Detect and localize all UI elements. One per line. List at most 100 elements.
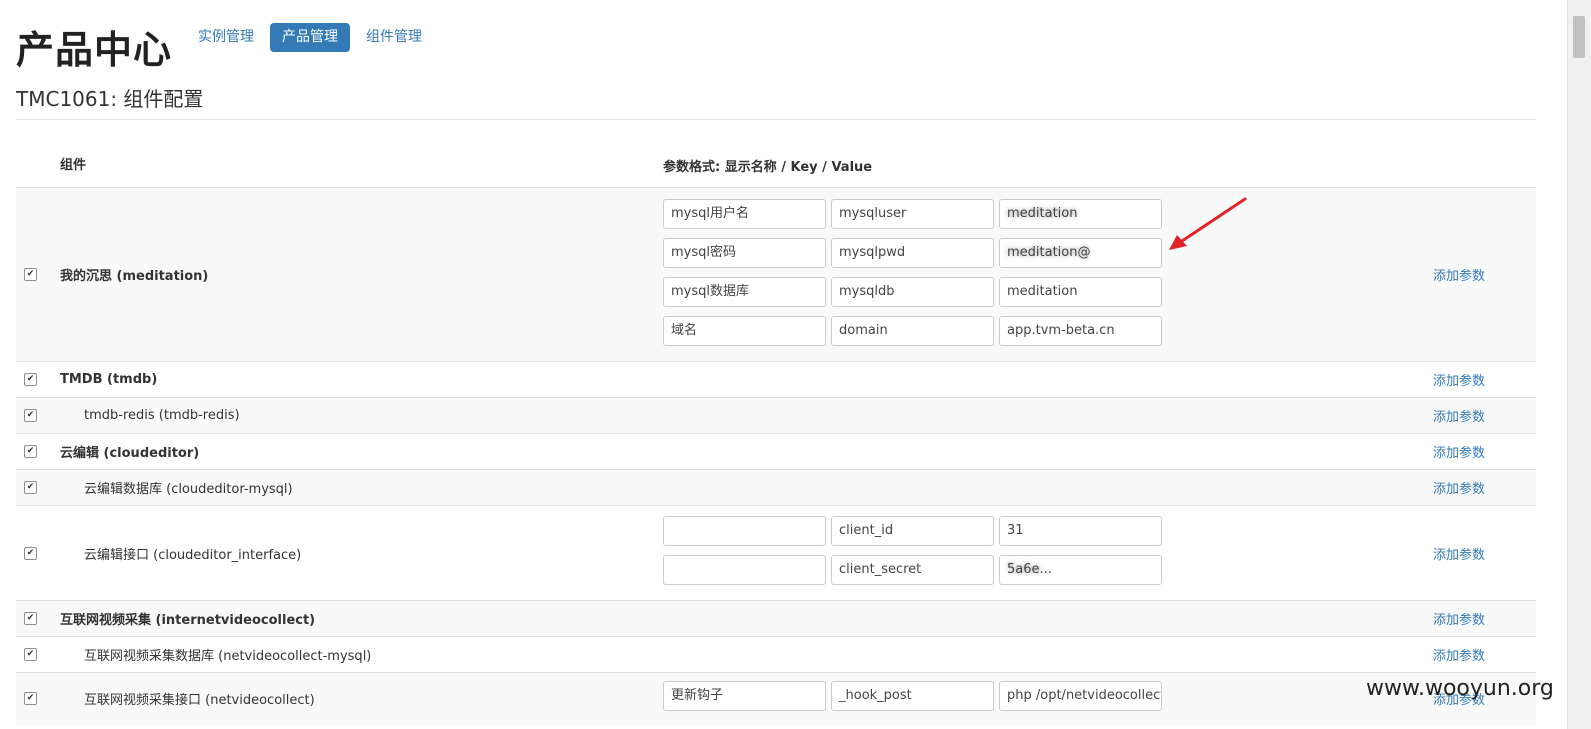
row-checkbox[interactable]: ✔ (24, 409, 37, 422)
component-name: TMDB (tmdb) (60, 372, 158, 387)
param-key-input[interactable]: mysqlpwd (831, 237, 994, 268)
actions-cell: 添加参数 (1433, 600, 1536, 637)
param-row: 更新钩子 _hook_post php /opt/netvideocollect (663, 681, 1433, 712)
row-checkbox[interactable]: ✔ (24, 445, 37, 458)
param-value-input[interactable]: 5a6e... (999, 555, 1162, 585)
component-table: 组件 参数格式: 显示名称 / Key / Value ✔ 我的沉思 (medit… (16, 140, 1536, 725)
component-name: 云编辑接口 (cloudeditor_interface) (84, 547, 302, 563)
nav-tabs: 实例管理 产品管理 组件管理 (186, 23, 438, 52)
param-value-input[interactable]: app.tvm-beta.cn (999, 315, 1162, 346)
component-name-cell: 互联网视频采集接口 (netvideocollect) (60, 672, 663, 725)
params-cell: mysql用户名 mysqluser meditation mysql密码 mysqlp… (663, 187, 1433, 362)
actions-cell: 添加参数 (1433, 636, 1536, 673)
param-row: client_secret 5a6e... (663, 555, 1433, 585)
divider (16, 119, 1536, 120)
param-key-input[interactable]: client_secret (831, 555, 994, 585)
component-name: tmdb-redis (tmdb-redis) (84, 408, 240, 423)
component-name-cell: 云编辑 (cloudeditor) (60, 433, 663, 470)
vertical-scrollbar[interactable] (1567, 0, 1591, 729)
row-checkbox-cell: ✔ (16, 433, 60, 470)
component-name: 我的沉思 (meditation) (60, 269, 209, 284)
add-param-link[interactable]: 添加参数 (1433, 649, 1485, 664)
param-display-name-input[interactable] (663, 516, 826, 546)
row-checkbox[interactable]: ✔ (24, 268, 37, 281)
component-name: 云编辑数据库 (cloudeditor-mysql) (84, 482, 293, 497)
table-row: ✔ 互联网视频采集数据库 (netvideocollect-mysql) 添加参数 (16, 636, 1536, 673)
param-key-input[interactable]: mysqluser (831, 198, 994, 229)
param-value-input[interactable]: php /opt/netvideocollect (999, 681, 1162, 712)
row-checkbox-cell: ✔ (16, 505, 60, 601)
component-name: 互联网视频采集 (internetvideocollect) (60, 613, 316, 628)
add-param-link[interactable]: 添加参数 (1433, 613, 1485, 628)
actions-cell: 添加参数 (1433, 361, 1536, 398)
table-row: ✔ tmdb-redis (tmdb-redis) 添加参数 (16, 397, 1536, 434)
param-display-name-input[interactable]: 更新钩子 (663, 681, 826, 712)
actions-cell: 添加参数 (1433, 469, 1536, 506)
param-value-input[interactable]: 31 (999, 516, 1162, 546)
row-checkbox-cell: ✔ (16, 672, 60, 725)
params-cell (663, 361, 1433, 398)
component-name-cell: 互联网视频采集 (internetvideocollect) (60, 600, 663, 637)
param-value-input[interactable]: meditation (999, 276, 1162, 307)
row-checkbox[interactable]: ✔ (24, 612, 37, 625)
component-name-cell: tmdb-redis (tmdb-redis) (60, 397, 663, 434)
param-display-name-input[interactable]: 域名 (663, 315, 826, 346)
row-checkbox[interactable]: ✔ (24, 481, 37, 494)
param-row: client_id 31 (663, 516, 1433, 546)
row-checkbox-cell: ✔ (16, 469, 60, 506)
params-cell (663, 397, 1433, 434)
param-display-name-input[interactable]: mysql用户名 (663, 198, 826, 229)
component-name-cell: 我的沉思 (meditation) (60, 187, 663, 362)
row-checkbox[interactable]: ✔ (24, 546, 37, 560)
param-display-name-input[interactable]: mysql密码 (663, 237, 826, 268)
params-cell (663, 600, 1433, 637)
tab-component-management[interactable]: 组件管理 (354, 23, 434, 52)
table-row: ✔ 互联网视频采集 (internetvideocollect) 添加参数 (16, 600, 1536, 637)
header-component: 组件 (60, 140, 663, 188)
param-key-input[interactable]: domain (831, 315, 994, 346)
row-checkbox[interactable]: ✔ (24, 692, 37, 706)
row-checkbox[interactable]: ✔ (24, 648, 37, 661)
tab-product-management[interactable]: 产品管理 (270, 23, 350, 52)
component-name: 互联网视频采集数据库 (netvideocollect-mysql) (84, 649, 372, 664)
component-name-cell: 互联网视频采集数据库 (netvideocollect-mysql) (60, 636, 663, 673)
component-name-cell: TMDB (tmdb) (60, 361, 663, 398)
actions-cell: 添加参数 (1433, 397, 1536, 434)
row-checkbox-cell: ✔ (16, 397, 60, 434)
param-key-input[interactable]: _hook_post (831, 681, 994, 712)
row-checkbox-cell: ✔ (16, 600, 60, 637)
scrollbar-thumb[interactable] (1573, 16, 1585, 58)
header-actions (1433, 140, 1536, 188)
add-param-link[interactable]: 添加参数 (1433, 548, 1485, 563)
table-body: ✔ 我的沉思 (meditation) mysql用户名 mysqluser medit… (16, 187, 1536, 725)
param-key-input[interactable]: client_id (831, 516, 994, 546)
param-display-name-input[interactable] (663, 555, 826, 585)
add-param-link[interactable]: 添加参数 (1433, 410, 1485, 425)
param-display-name-input[interactable]: mysql数据库 (663, 276, 826, 307)
table-row: ✔ 我的沉思 (meditation) mysql用户名 mysqluser medit… (16, 187, 1536, 362)
add-param-link[interactable]: 添加参数 (1433, 446, 1485, 461)
param-key-input[interactable]: mysqldb (831, 276, 994, 307)
watermark: www.wooyun.org (1366, 676, 1554, 701)
param-row: mysql数据库 mysqldb meditation (663, 276, 1433, 307)
param-row: mysql用户名 mysqluser meditation (663, 198, 1433, 229)
component-name: 互联网视频采集接口 (netvideocollect) (84, 693, 315, 709)
params-cell (663, 433, 1433, 470)
actions-cell: 添加参数 (1433, 433, 1536, 470)
component-name-cell: 云编辑数据库 (cloudeditor-mysql) (60, 469, 663, 506)
row-checkbox-cell: ✔ (16, 361, 60, 398)
param-value-input[interactable]: meditation (999, 198, 1162, 229)
params-cell: 更新钩子 _hook_post php /opt/netvideocollect (663, 672, 1433, 725)
component-name-cell: 云编辑接口 (cloudeditor_interface) (60, 505, 663, 601)
tab-instance-management[interactable]: 实例管理 (186, 23, 266, 52)
param-row: 域名 domain app.tvm-beta.cn (663, 315, 1433, 346)
header-params: 参数格式: 显示名称 / Key / Value (663, 140, 1433, 188)
row-checkbox-cell: ✔ (16, 636, 60, 673)
add-param-link[interactable]: 添加参数 (1433, 482, 1485, 497)
add-param-link[interactable]: 添加参数 (1433, 269, 1485, 284)
param-value-input[interactable]: meditation@ (999, 237, 1162, 268)
actions-cell: 添加参数 (1433, 187, 1536, 362)
row-checkbox[interactable]: ✔ (24, 373, 37, 386)
params-cell (663, 469, 1433, 506)
add-param-link[interactable]: 添加参数 (1433, 374, 1485, 389)
